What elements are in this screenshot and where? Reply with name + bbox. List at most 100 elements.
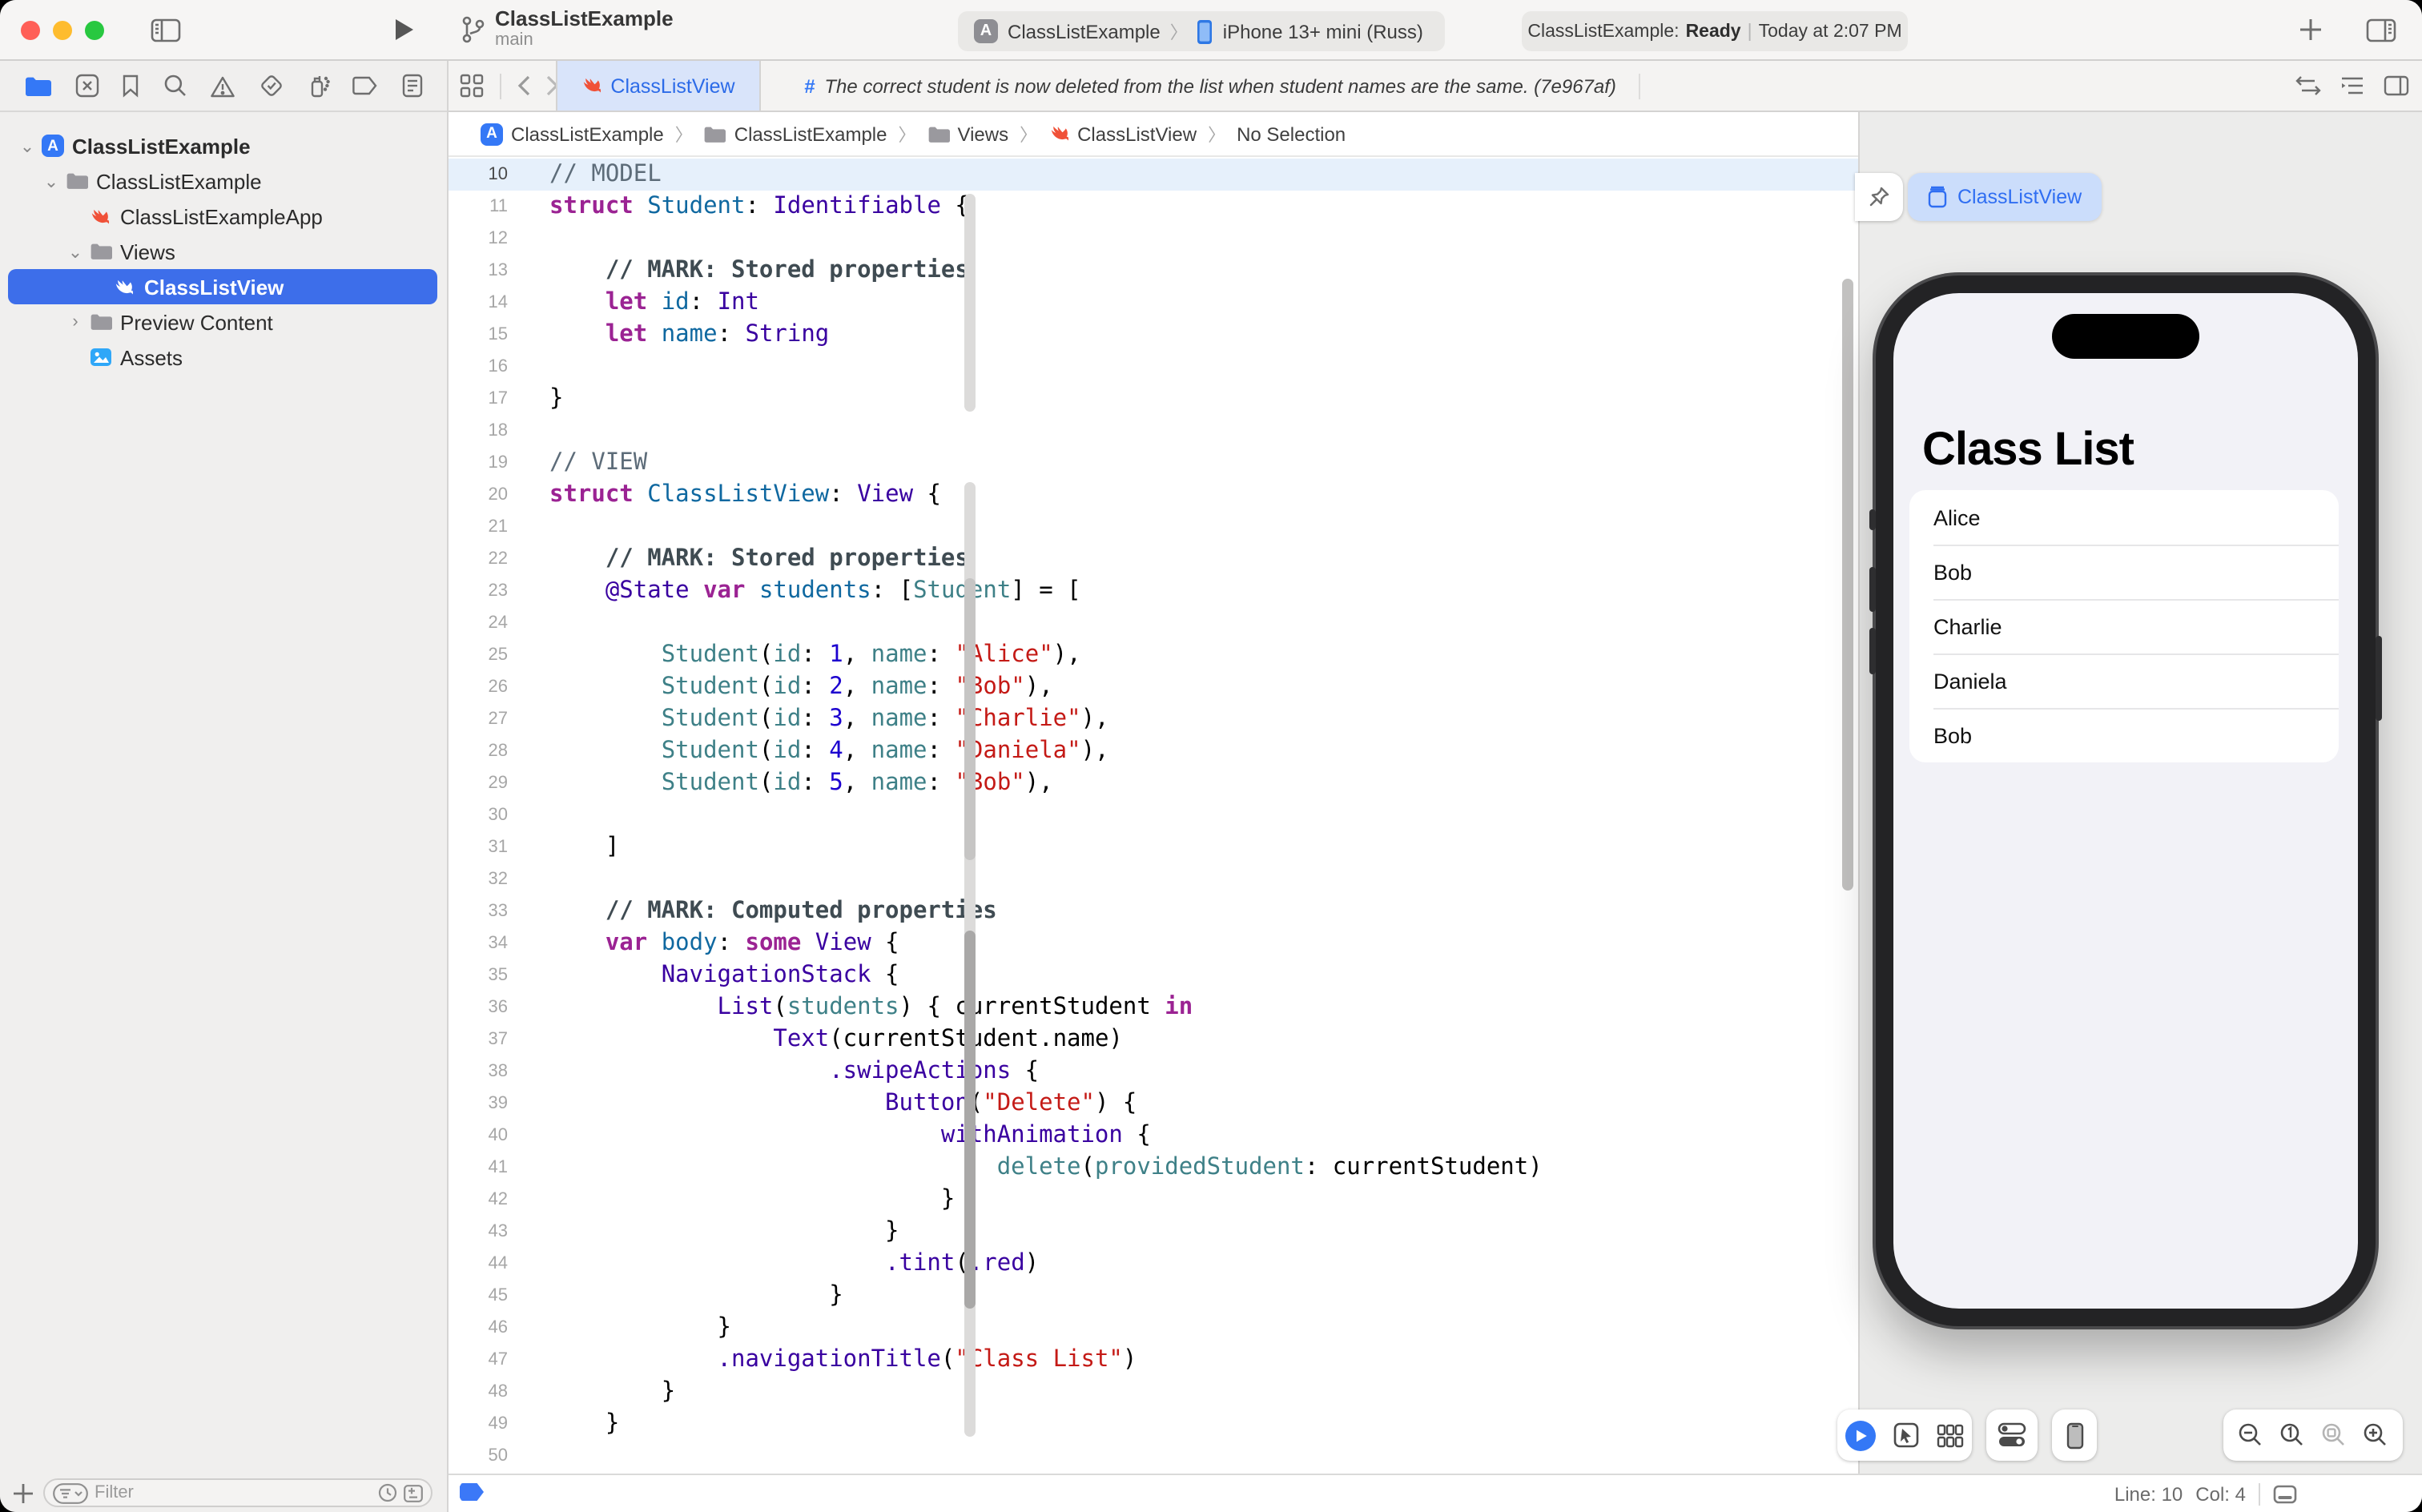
line-number[interactable]: 45 xyxy=(449,1286,509,1305)
breadcrumb-item-classlistexample[interactable]: ClassListExample xyxy=(704,123,887,145)
line-number[interactable]: 49 xyxy=(449,1414,509,1434)
line-number[interactable]: 30 xyxy=(449,806,509,825)
scm-status-filter-icon[interactable] xyxy=(404,1484,423,1502)
line-number[interactable]: 31 xyxy=(449,838,509,857)
recent-files-clock-icon[interactable] xyxy=(378,1483,397,1502)
enclosing-editor-icon[interactable] xyxy=(2384,75,2409,96)
line-number[interactable]: 11 xyxy=(449,197,508,216)
line-number[interactable]: 15 xyxy=(449,325,509,344)
sidebar-item-classlistview[interactable]: ClassListView xyxy=(0,269,445,304)
student-row-bob[interactable]: Bob xyxy=(1909,708,2339,762)
go-back-icon[interactable] xyxy=(517,75,530,96)
minimize-window-button[interactable] xyxy=(53,21,72,40)
line-number[interactable]: 27 xyxy=(449,710,509,729)
project-navigator-icon[interactable] xyxy=(25,74,52,97)
sidebar-item-classlistexample[interactable]: ⌄ A ClassListExample xyxy=(0,128,445,163)
line-number[interactable]: 50 xyxy=(449,1446,509,1466)
disclosure-down-icon[interactable]: ⌄ xyxy=(43,171,59,191)
line-number[interactable]: 13 xyxy=(449,261,509,280)
student-row-daniela[interactable]: Daniela xyxy=(1909,653,2339,708)
device-settings-button[interactable] xyxy=(1986,1409,2038,1461)
line-number[interactable]: 28 xyxy=(449,742,509,761)
line-number[interactable]: 10 xyxy=(449,165,509,184)
zoom-window-button[interactable] xyxy=(85,21,104,40)
line-number[interactable]: 39 xyxy=(449,1094,509,1113)
iphone-screen[interactable]: Class List Alice Bob Charlie Daniela Bob xyxy=(1893,293,2358,1309)
line-number[interactable]: 38 xyxy=(449,1062,509,1081)
zoom-in-icon[interactable] xyxy=(2363,1422,2388,1448)
live-preview-button[interactable] xyxy=(1845,1420,1876,1450)
run-destination[interactable]: iPhone 13+ mini (Russ) xyxy=(1223,20,1423,42)
breadcrumb-item-classlistview[interactable]: ClassListView xyxy=(1048,123,1197,145)
line-number[interactable]: 26 xyxy=(449,678,509,697)
scm-branch-status[interactable]: ClassListExample main xyxy=(461,6,674,51)
zoom-to-fit-icon[interactable] xyxy=(2321,1422,2347,1448)
breakpoint-marker[interactable] xyxy=(460,1483,484,1501)
zoom-100-icon[interactable] xyxy=(2279,1422,2305,1448)
find-navigator-icon[interactable] xyxy=(163,74,187,98)
scheme-selector[interactable]: A ClassListExample 〉 iPhone 13+ mini (Ru… xyxy=(958,11,1445,51)
sidebar-item-preview-content[interactable]: › Preview Content xyxy=(0,304,445,340)
code-fold-ribbon[interactable] xyxy=(964,194,976,412)
student-row-bob[interactable]: Bob xyxy=(1909,545,2339,599)
line-number[interactable]: 33 xyxy=(449,902,509,921)
breakpoint-navigator-icon[interactable] xyxy=(352,75,378,96)
line-number[interactable]: 35 xyxy=(449,966,509,985)
source-control-navigator-icon[interactable] xyxy=(75,74,99,98)
line-number[interactable]: 21 xyxy=(449,517,509,537)
line-number[interactable]: 16 xyxy=(449,357,509,376)
line-number[interactable]: 22 xyxy=(449,549,509,569)
line-number[interactable]: 20 xyxy=(449,485,509,505)
sidebar-item-classlistexampleapp[interactable]: ClassListExampleApp xyxy=(0,199,445,234)
line-number[interactable]: 47 xyxy=(449,1350,509,1369)
add-file-icon[interactable] xyxy=(13,1482,34,1503)
line-number[interactable]: 12 xyxy=(449,229,509,248)
line-number[interactable]: 32 xyxy=(449,870,509,889)
line-number[interactable]: 36 xyxy=(449,998,509,1017)
line-number[interactable]: 24 xyxy=(449,613,509,633)
variants-mode-icon[interactable] xyxy=(1937,1423,1964,1447)
test-navigator-icon[interactable] xyxy=(260,74,284,98)
swap-editors-icon[interactable] xyxy=(2295,75,2321,96)
close-window-button[interactable] xyxy=(21,21,40,40)
student-row-alice[interactable]: Alice xyxy=(1909,490,2339,545)
commit-message-bar[interactable]: # The correct student is now deleted fro… xyxy=(804,61,1640,111)
line-number[interactable]: 41 xyxy=(449,1158,509,1177)
pin-preview-button[interactable] xyxy=(1855,173,1903,221)
zoom-out-icon[interactable] xyxy=(2238,1422,2263,1448)
line-number[interactable]: 17 xyxy=(449,389,509,408)
report-navigator-icon[interactable] xyxy=(401,74,422,98)
minimap-toggle-icon[interactable] xyxy=(2273,1484,2297,1503)
filter-input[interactable] xyxy=(95,1483,372,1502)
line-number[interactable]: 19 xyxy=(449,453,509,472)
code-fold-ribbon[interactable] xyxy=(964,578,976,860)
line-number[interactable]: 23 xyxy=(449,581,509,601)
code-fold-ribbon[interactable] xyxy=(964,931,976,1309)
line-number[interactable]: 42 xyxy=(449,1190,509,1209)
line-number[interactable]: 40 xyxy=(449,1126,509,1145)
scheme-name[interactable]: ClassListExample xyxy=(1008,20,1161,42)
line-number[interactable]: 46 xyxy=(449,1318,509,1337)
disclosure-down-icon[interactable]: ⌄ xyxy=(67,241,83,262)
student-row-charlie[interactable]: Charlie xyxy=(1909,599,2339,653)
sidebar-item-classlistexample[interactable]: ⌄ ClassListExample xyxy=(0,163,445,199)
line-number[interactable]: 14 xyxy=(449,293,509,312)
bookmark-navigator-icon[interactable] xyxy=(123,74,140,98)
line-number[interactable]: 34 xyxy=(449,934,509,953)
run-button[interactable] xyxy=(394,18,415,42)
debug-navigator-icon[interactable] xyxy=(307,73,329,99)
filter-field[interactable] xyxy=(43,1478,432,1507)
toggle-right-sidebar-icon[interactable] xyxy=(2366,18,2396,43)
breadcrumb-item-no-selection[interactable]: No Selection xyxy=(1237,123,1346,145)
line-number[interactable]: 43 xyxy=(449,1222,509,1241)
line-number[interactable]: 37 xyxy=(449,1030,509,1049)
line-number[interactable]: 44 xyxy=(449,1254,509,1273)
disclosure-right-icon[interactable]: › xyxy=(67,312,83,332)
sidebar-item-assets[interactable]: Assets xyxy=(0,340,445,375)
breadcrumb-item-views[interactable]: Views xyxy=(927,123,1008,145)
selectable-mode-icon[interactable] xyxy=(1893,1422,1919,1448)
code-editor[interactable]: 10 // MODEL 11 struct Student: Identifiable… xyxy=(449,157,1858,1474)
preview-target-chip[interactable]: ClassListView xyxy=(1908,173,2102,221)
line-number[interactable]: 48 xyxy=(449,1382,509,1401)
issue-navigator-icon[interactable] xyxy=(211,74,236,97)
